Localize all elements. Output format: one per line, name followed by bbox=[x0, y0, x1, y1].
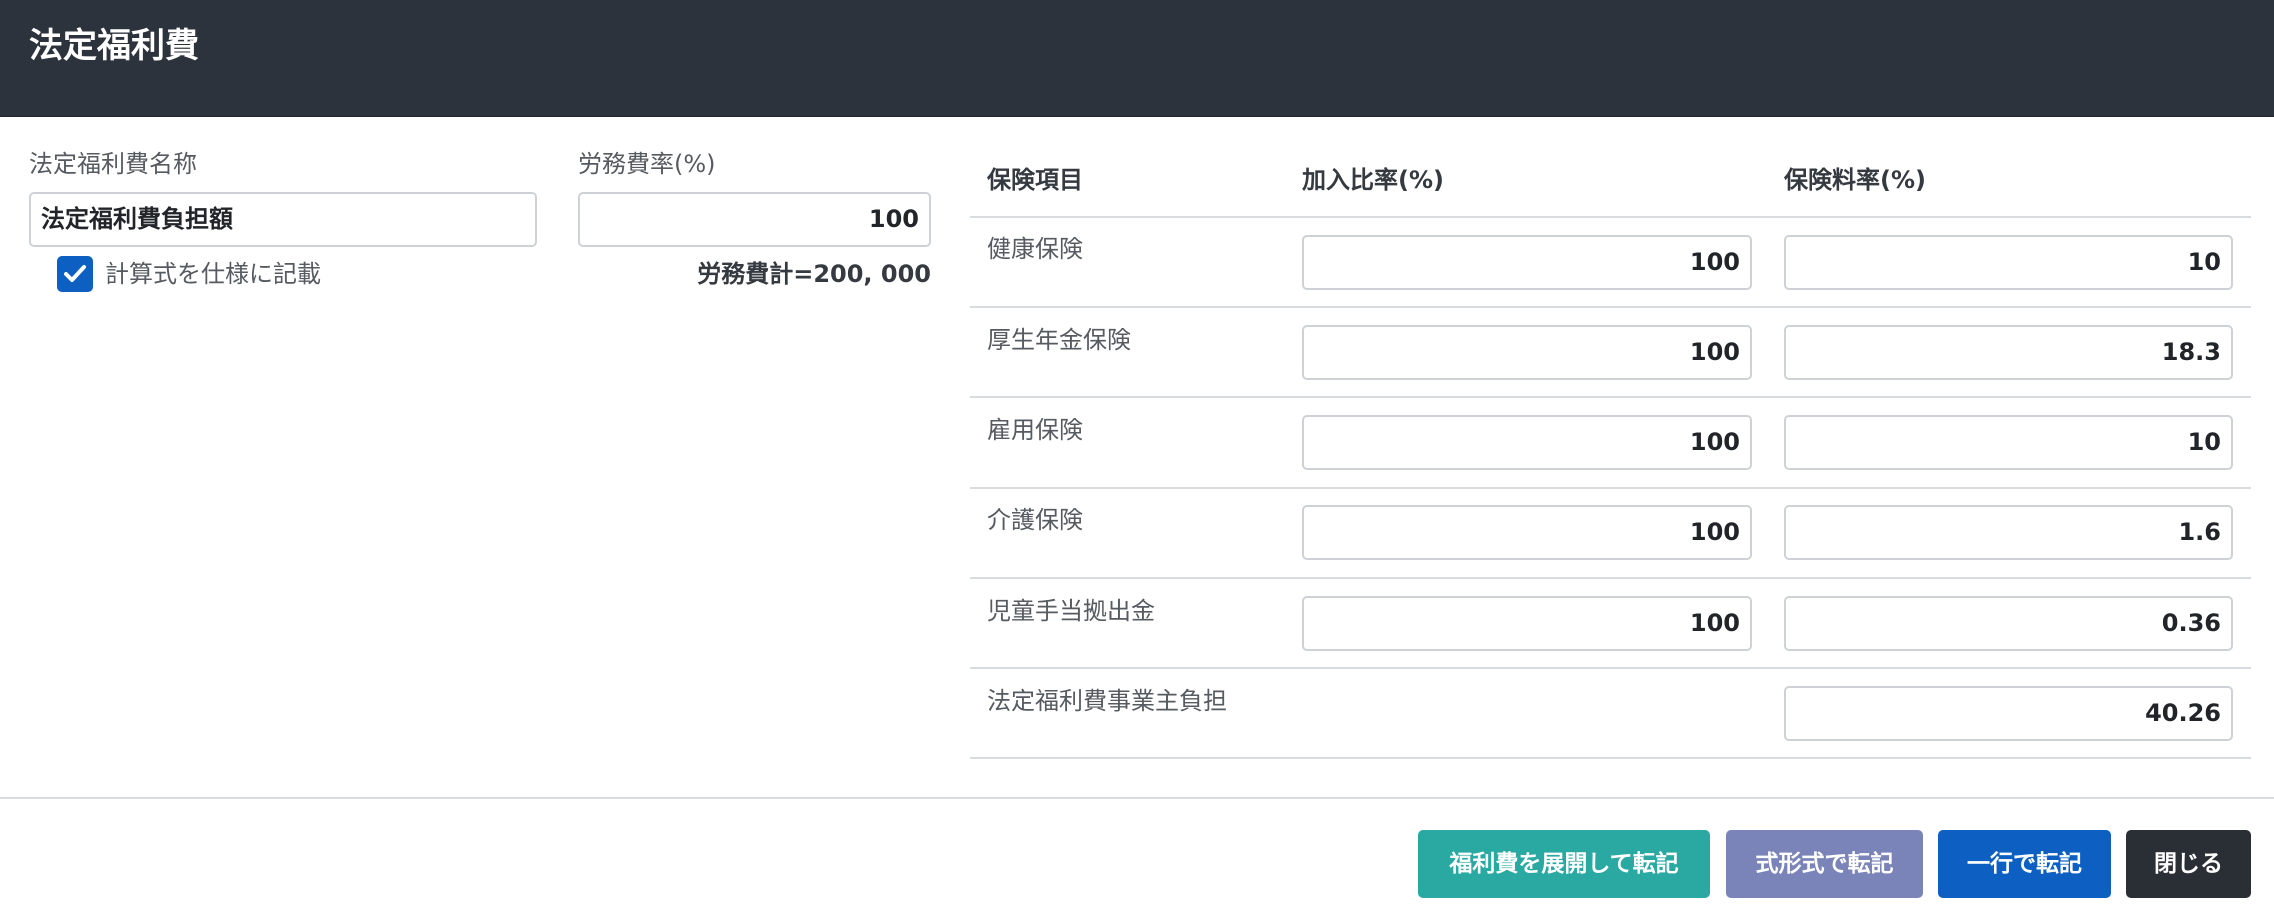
ratio-input[interactable]: 100 bbox=[1302, 415, 1752, 470]
rate-input[interactable]: 10 bbox=[1784, 415, 2233, 470]
row-divider bbox=[970, 306, 2251, 308]
formula-checkbox[interactable] bbox=[57, 256, 93, 292]
row-item-label: 児童手当拠出金 bbox=[987, 597, 1155, 625]
expand-transfer-button[interactable]: 福利費を展開して転記 bbox=[1418, 830, 1710, 898]
labor-rate-input[interactable]: 100 bbox=[578, 192, 931, 247]
rate-input[interactable]: 1.6 bbox=[1784, 505, 2233, 560]
dialog-title: 法定福利費 bbox=[29, 26, 199, 66]
row-item-label: 厚生年金保険 bbox=[987, 326, 1131, 354]
rate-input[interactable]: 10 bbox=[1784, 235, 2233, 290]
formula-checkbox-label[interactable]: 計算式を仕様に記載 bbox=[105, 256, 321, 292]
ratio-input[interactable]: 100 bbox=[1302, 235, 1752, 290]
labor-rate-label: 労務費率(%) bbox=[578, 150, 716, 178]
ratio-input[interactable]: 100 bbox=[1302, 325, 1752, 380]
rate-input[interactable]: 0.36 bbox=[1784, 596, 2233, 651]
row-divider bbox=[970, 487, 2251, 489]
labor-total: 労務費計=200, 000 bbox=[697, 260, 931, 288]
row-item-label: 介護保険 bbox=[987, 506, 1083, 534]
col-header-item: 保険項目 bbox=[987, 166, 1083, 194]
row-divider bbox=[970, 577, 2251, 579]
ratio-input[interactable]: 100 bbox=[1302, 596, 1752, 651]
col-header-ratio: 加入比率(%) bbox=[1302, 166, 1444, 194]
check-icon bbox=[64, 265, 86, 282]
formula-transfer-button[interactable]: 式形式で転記 bbox=[1726, 830, 1923, 898]
ratio-input[interactable]: 100 bbox=[1302, 505, 1752, 560]
col-header-rate: 保険料率(%) bbox=[1784, 166, 1926, 194]
footer-divider bbox=[0, 797, 2274, 799]
rate-input[interactable]: 18.3 bbox=[1784, 325, 2233, 380]
single-line-transfer-button[interactable]: 一行で転記 bbox=[1938, 830, 2111, 898]
dialog-header: 法定福利費 bbox=[0, 0, 2274, 117]
row-total-label: 法定福利費事業主負担 bbox=[987, 687, 1227, 715]
welfare-name-input[interactable]: 法定福利費負担額 bbox=[29, 192, 537, 247]
row-divider bbox=[970, 396, 2251, 398]
row-item-label: 雇用保険 bbox=[987, 416, 1083, 444]
total-rate-input[interactable]: 40.26 bbox=[1784, 686, 2233, 741]
table-header-divider bbox=[970, 216, 2251, 218]
row-divider bbox=[970, 667, 2251, 669]
close-button[interactable]: 閉じる bbox=[2126, 830, 2251, 898]
table-bottom-divider bbox=[970, 757, 2251, 759]
name-label: 法定福利費名称 bbox=[29, 150, 197, 178]
row-item-label: 健康保険 bbox=[987, 235, 1083, 263]
